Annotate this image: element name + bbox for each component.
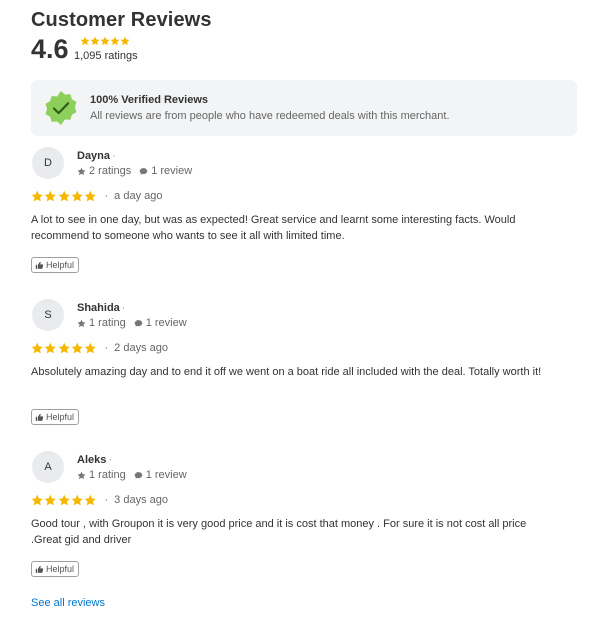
review-rating: · 2 days ago [31,342,168,355]
star-icon [58,190,70,202]
average-rating-stars [80,36,130,46]
star-icon [71,494,83,506]
review-text: Absolutely amazing day and to end it off… [31,366,542,378]
ratings-count: 1 rating [89,469,126,481]
review-rating: · a day ago [31,190,162,203]
see-all-reviews-link[interactable]: See all reviews [31,597,105,609]
average-rating: 4.6 [31,34,69,64]
ratings-count: 1 rating [89,317,126,329]
ratings-count: 1,095 ratings [74,50,138,62]
star-icon [71,342,83,354]
reviewer-name[interactable]: Dayna · [77,150,116,162]
star-icon [120,36,130,46]
reviews-count: 1 review [145,469,187,481]
verified-check-badge-icon [45,91,77,125]
star-outline-icon [77,167,86,175]
star-icon [90,36,100,46]
star-icon [58,494,70,506]
thumbs-up-icon [35,413,44,421]
ratings-count: 2 ratings [89,165,132,177]
helpful-button[interactable]: Helpful [31,561,80,577]
verified-reviews-banner: 100% Verified Reviews All reviews are fr… [31,80,577,136]
star-icon [100,36,110,46]
review-rating: · 3 days ago [31,494,168,507]
reviews-count: 1 review [145,317,187,329]
reviewer-stats: 1 rating 1 review [77,317,187,329]
star-icon [31,494,43,506]
avatar: S [32,299,64,331]
review-date: · 2 days ago [104,342,168,355]
verified-title: 100% Verified Reviews [90,94,209,106]
star-outline-icon [77,319,86,327]
comment-icon [134,471,142,479]
star-icon [44,494,57,506]
section-title: Customer Reviews [31,9,212,31]
review-text: A lot to see in one day, but was as expe… [31,214,516,242]
star-outline-icon [77,471,86,479]
reviewer-stats: 2 ratings 1 review [77,165,192,177]
star-icon [31,190,43,202]
thumbs-up-icon [35,261,44,269]
thumbs-up-icon [35,565,44,573]
avatar: A [32,451,64,483]
star-icon [44,190,57,202]
star-icon [44,342,57,354]
reviewer-name[interactable]: Shahida · [77,302,125,314]
helpful-button[interactable]: Helpful [31,257,80,273]
star-icon [84,342,97,354]
star-icon [31,342,43,354]
star-icon [84,190,97,202]
star-icon [58,342,70,354]
reviews-count: 1 review [151,165,193,177]
verified-subtitle: All reviews are from people who have red… [90,110,450,122]
reviewer-stats: 1 rating 1 review [77,469,187,481]
avatar: D [32,147,64,179]
review-text: Good tour , with Groupon it is very good… [31,518,527,546]
star-icon [71,190,83,202]
star-icon [80,36,90,46]
star-icon [84,494,97,506]
comment-icon [134,319,142,327]
review-date: · 3 days ago [104,494,168,507]
review-date: · a day ago [104,190,163,203]
comment-icon [139,167,148,175]
star-icon [110,36,120,46]
helpful-button[interactable]: Helpful [31,409,80,425]
reviewer-name[interactable]: Aleks · [77,454,112,466]
